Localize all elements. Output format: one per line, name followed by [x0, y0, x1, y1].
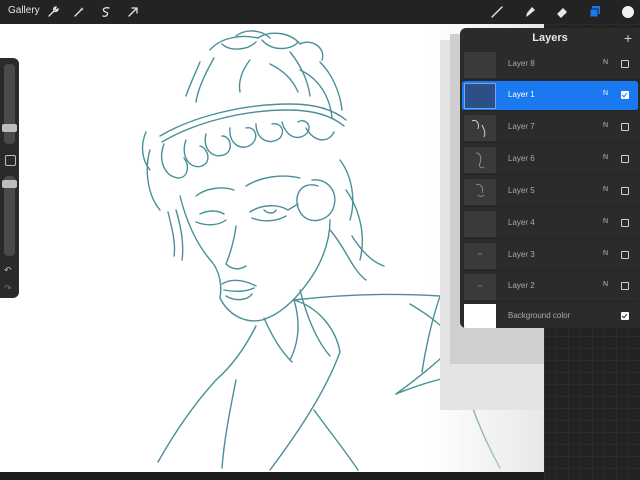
layer-row-selected[interactable]: Layer 1 N	[462, 81, 638, 111]
eraser-icon[interactable]	[553, 3, 571, 21]
color-icon[interactable]	[619, 3, 637, 21]
layer-thumbnail	[464, 83, 496, 109]
layers-title: Layers	[532, 32, 568, 44]
layer-row[interactable]: Layer 3 N	[462, 241, 638, 271]
smudge-icon[interactable]	[521, 3, 539, 21]
layer-thumbnail	[464, 243, 496, 269]
layer-thumbnail	[464, 179, 496, 205]
layer-thumbnail	[464, 52, 496, 78]
visibility-checkbox[interactable]	[621, 282, 629, 290]
layer-row[interactable]: Layer 2 N	[462, 272, 638, 302]
layer-name: Layer 5	[508, 186, 535, 195]
procreate-app: Gallery ↶ ↷ Layers + Layer 8 N Layer 1 N…	[0, 0, 640, 480]
brush-icon[interactable]	[488, 3, 506, 21]
modify-button[interactable]	[5, 155, 16, 166]
blend-mode-button[interactable]: N	[603, 122, 608, 129]
bottom-bar	[0, 472, 544, 480]
layer-name: Layer 4	[508, 218, 535, 227]
layer-name: Layer 2	[508, 281, 535, 290]
visibility-checkbox[interactable]	[621, 219, 629, 227]
opacity-handle[interactable]	[2, 180, 17, 188]
background-color-label: Background color	[508, 311, 571, 320]
blend-mode-button[interactable]: N	[603, 250, 608, 257]
gallery-button[interactable]: Gallery	[8, 4, 40, 18]
layer-name: Layer 8	[508, 59, 535, 68]
layer-name: Layer 3	[508, 250, 535, 259]
layer-name: Layer 7	[508, 122, 535, 131]
blend-mode-button[interactable]: N	[603, 218, 608, 225]
layer-row[interactable]: Layer 8 N	[462, 50, 638, 80]
layer-thumbnail	[464, 115, 496, 141]
visibility-checkbox[interactable]	[621, 91, 629, 99]
background-color-row[interactable]: Background color	[462, 302, 638, 328]
layer-name: Layer 6	[508, 154, 535, 163]
blend-mode-button[interactable]: N	[603, 154, 608, 161]
brush-size-handle[interactable]	[2, 124, 17, 132]
layer-name: Layer 1	[508, 90, 535, 99]
visibility-checkbox[interactable]	[621, 123, 629, 131]
visibility-checkbox[interactable]	[621, 155, 629, 163]
redo-button[interactable]: ↷	[4, 283, 12, 294]
brush-size-slider[interactable]	[4, 64, 15, 144]
blend-mode-button[interactable]: N	[603, 90, 608, 97]
layer-thumbnail	[464, 274, 496, 300]
opacity-slider[interactable]	[4, 176, 15, 256]
layer-row[interactable]: Layer 5 N	[462, 177, 638, 207]
layer-thumbnail	[464, 147, 496, 173]
layers-icon[interactable]	[586, 3, 604, 21]
selection-icon[interactable]	[97, 3, 115, 21]
layer-row[interactable]: Layer 7 N	[462, 113, 638, 143]
blend-mode-button[interactable]: N	[603, 59, 608, 66]
left-sidebar: ↶ ↷	[0, 58, 19, 298]
wrench-icon[interactable]	[44, 3, 62, 21]
undo-button[interactable]: ↶	[4, 265, 12, 276]
visibility-checkbox[interactable]	[621, 251, 629, 259]
background-swatch	[464, 304, 496, 328]
layer-thumbnail	[464, 211, 496, 237]
add-layer-button[interactable]: +	[624, 29, 632, 47]
layer-row[interactable]: Layer 6 N	[462, 145, 638, 175]
visibility-checkbox[interactable]	[621, 312, 629, 320]
blend-mode-button[interactable]: N	[603, 186, 608, 193]
layers-panel: Layers + Layer 8 N Layer 1 N Layer 7 N L…	[460, 28, 640, 328]
layer-row[interactable]: Layer 4 N	[462, 209, 638, 239]
blend-mode-button[interactable]: N	[603, 281, 608, 288]
visibility-checkbox[interactable]	[621, 60, 629, 68]
transform-icon[interactable]	[124, 3, 142, 21]
visibility-checkbox[interactable]	[621, 187, 629, 195]
top-toolbar: Gallery	[0, 0, 640, 24]
magic-wand-icon[interactable]	[70, 3, 88, 21]
